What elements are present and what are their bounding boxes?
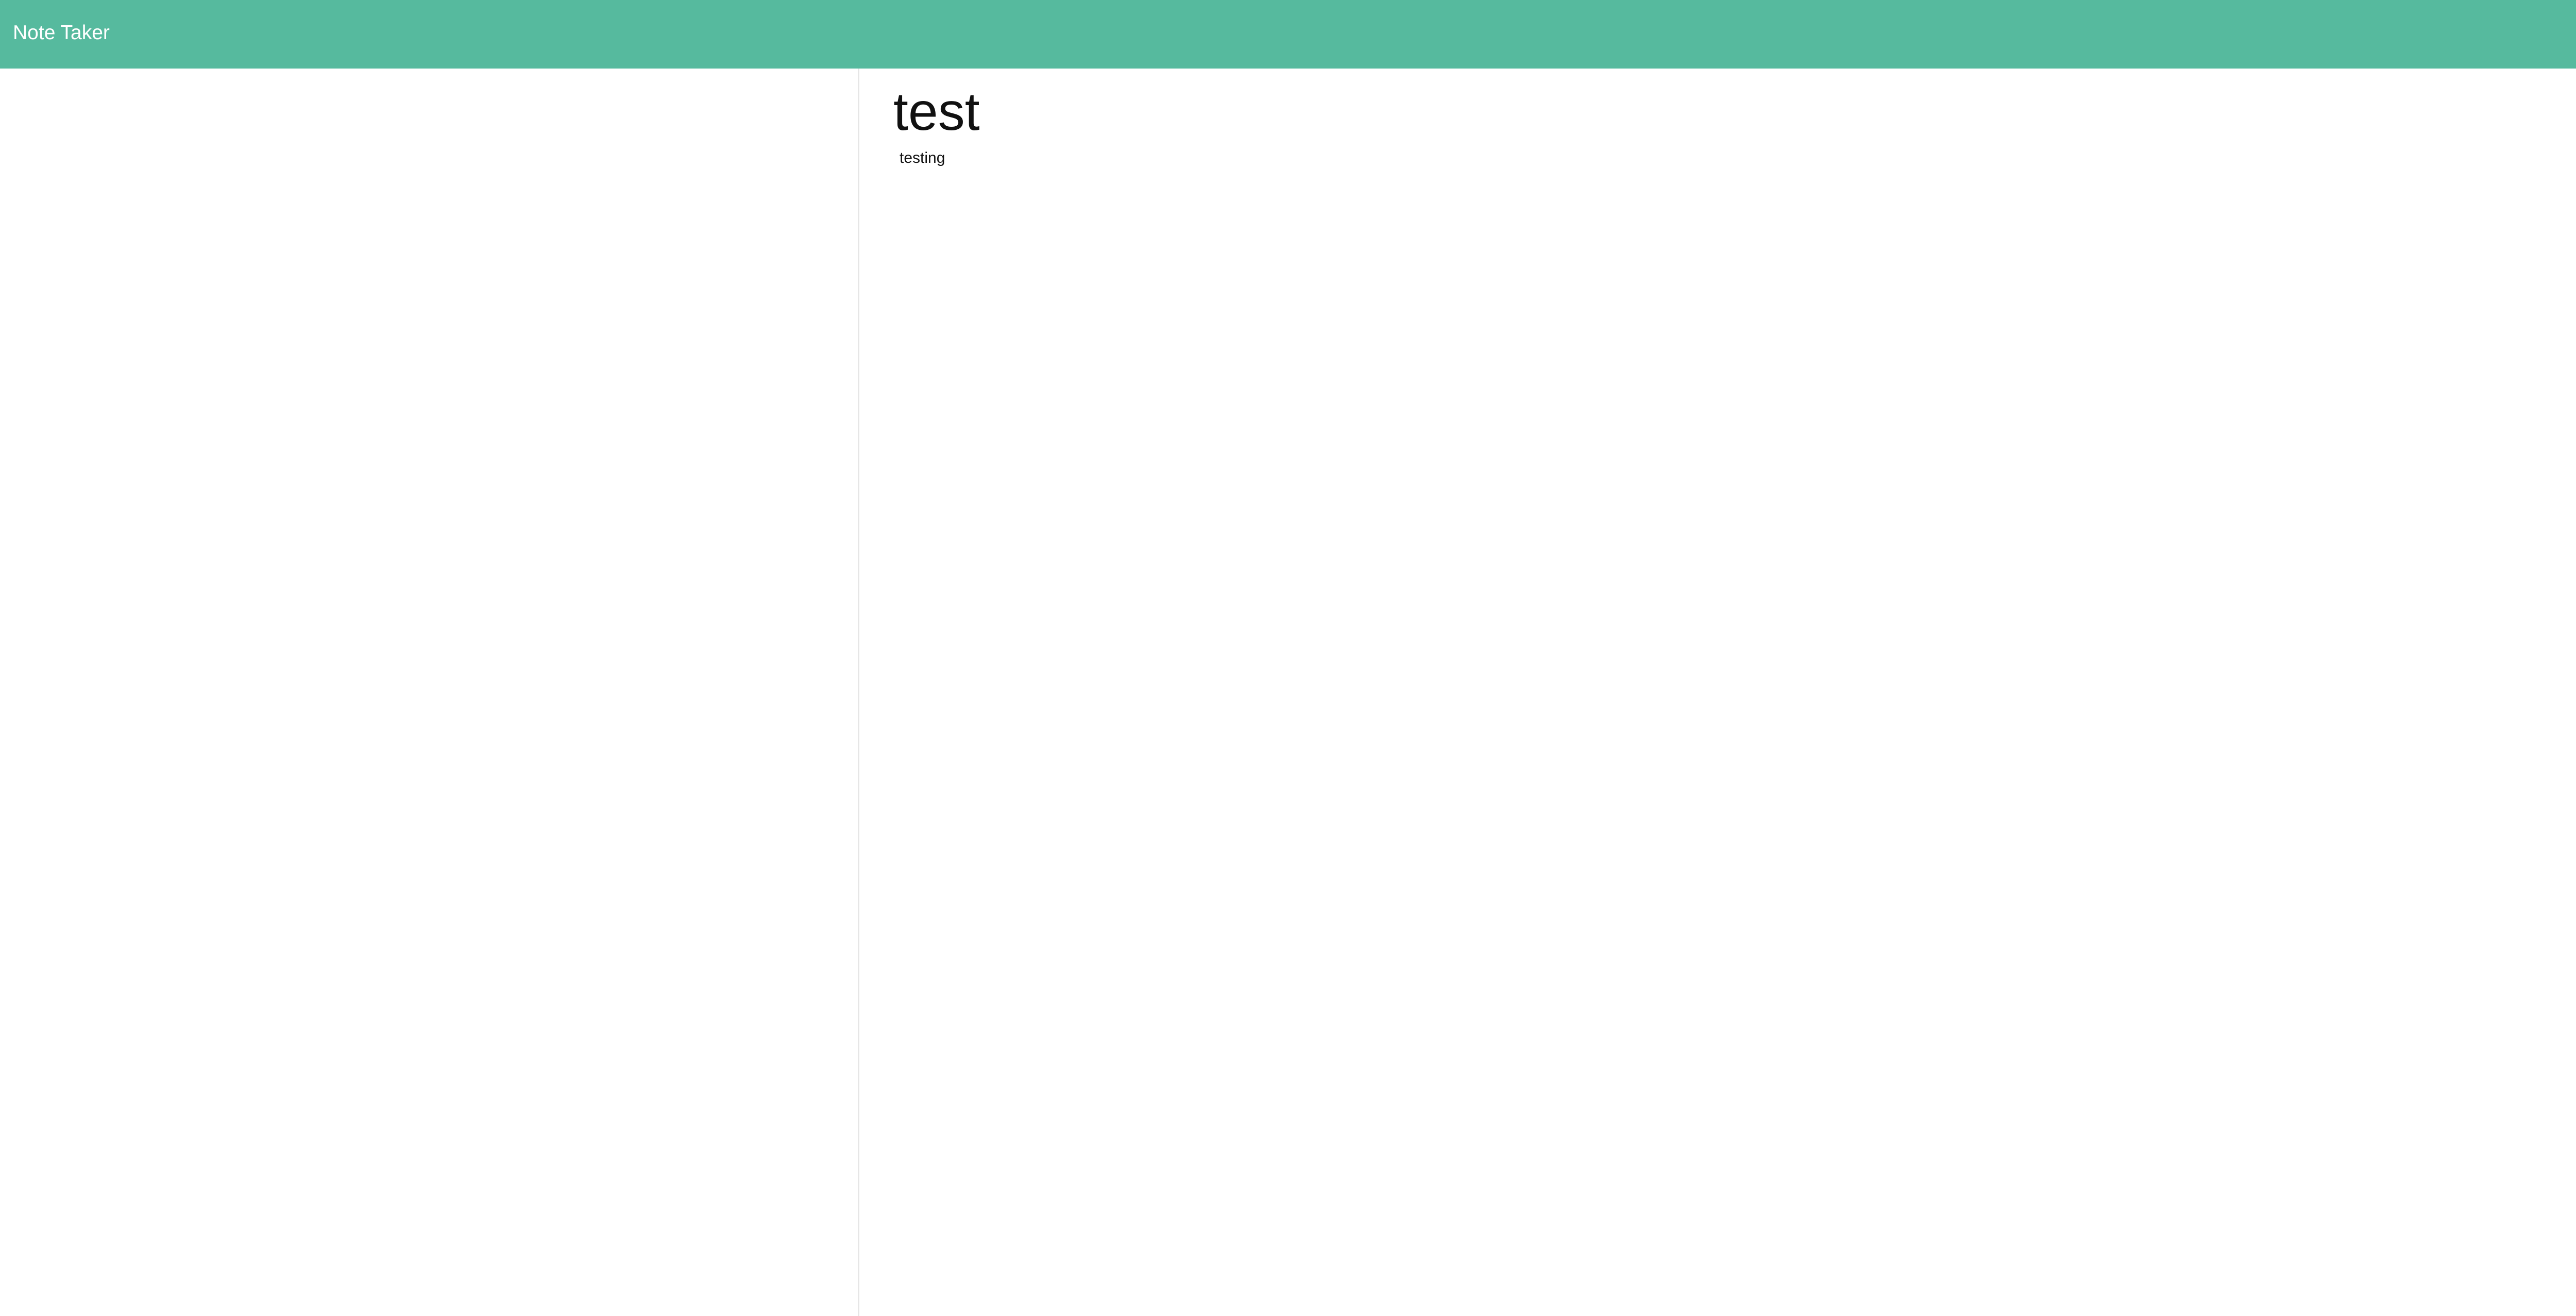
note-list-sidebar bbox=[0, 69, 859, 1316]
note-title-input[interactable] bbox=[893, 76, 2439, 148]
app-title-link[interactable]: Note Taker bbox=[13, 20, 110, 46]
navbar: Note Taker bbox=[0, 0, 2576, 69]
note-body-textarea[interactable]: testing bbox=[900, 147, 2445, 456]
note-editor: testing bbox=[859, 69, 2576, 1316]
